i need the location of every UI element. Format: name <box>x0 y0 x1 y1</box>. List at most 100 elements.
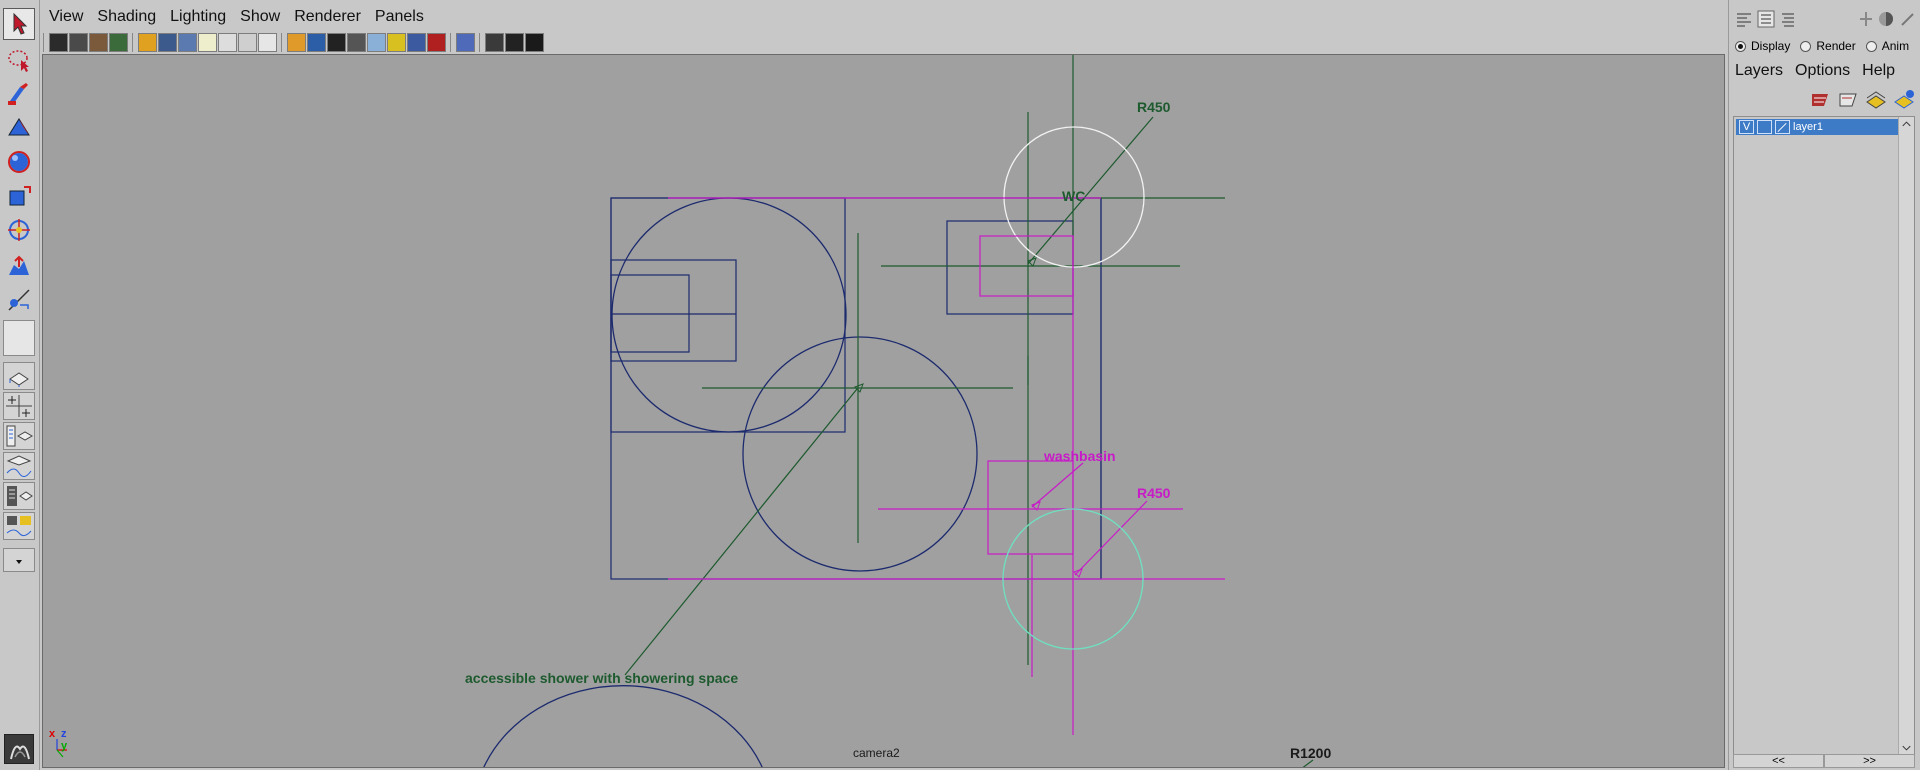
washbasin-annotation: washbasin <box>1044 448 1116 464</box>
film-gate-icon[interactable] <box>158 32 177 52</box>
layer-color-swatch[interactable] <box>1775 120 1790 134</box>
r450-bottom-annotation: R450 <box>1137 485 1171 501</box>
motion-blur-icon[interactable] <box>505 32 524 52</box>
camera-attributes-icon[interactable] <box>69 32 88 52</box>
layer-edit-icon <box>1777 122 1787 132</box>
r450-bottom-arrow <box>1073 568 1083 578</box>
layer-stack-icon[interactable] <box>1864 88 1888 112</box>
menu-help[interactable]: Help <box>1862 62 1895 80</box>
show-manipulator-icon[interactable] <box>3 284 35 316</box>
menu-layers[interactable]: Layers <box>1735 62 1783 80</box>
scroll-up-icon[interactable] <box>1899 119 1914 129</box>
xray-icon[interactable] <box>427 32 446 52</box>
smooth-shade-icon[interactable] <box>307 32 326 52</box>
select-tool-icon[interactable] <box>3 8 35 40</box>
universal-manipulator-icon[interactable] <box>3 214 35 246</box>
single-perspective-layout-icon[interactable] <box>3 362 35 390</box>
brush-icon[interactable] <box>1899 10 1917 28</box>
mode-render-radio[interactable]: Render <box>1800 39 1856 53</box>
layout-menu-chevron-down-icon[interactable] <box>3 548 35 572</box>
scroll-down-icon[interactable] <box>1899 743 1914 753</box>
soft-modification-icon[interactable] <box>3 250 35 282</box>
safe-action-icon[interactable] <box>238 32 257 52</box>
menu-show[interactable]: Show <box>234 8 286 26</box>
scroll-right-button[interactable]: >> <box>1824 754 1915 768</box>
all-lights-icon[interactable] <box>387 32 406 52</box>
safe-title-icon[interactable] <box>258 32 277 52</box>
layer-options-icon[interactable] <box>1892 88 1916 112</box>
mode-display-label: Display <box>1751 39 1791 53</box>
wc-block <box>946 220 1074 315</box>
menu-view[interactable]: View <box>43 8 89 26</box>
scale-tool-icon[interactable] <box>3 180 35 212</box>
persp-graph-layout-icon[interactable] <box>3 452 35 480</box>
new-empty-layer-icon[interactable] <box>1836 88 1860 112</box>
layer-name[interactable]: layer1 <box>1793 121 1823 133</box>
field-chart-icon[interactable] <box>218 32 237 52</box>
layer-scroll-buttons: << >> <box>1733 754 1915 768</box>
menu-shading[interactable]: Shading <box>91 8 162 26</box>
select-camera-icon[interactable] <box>49 32 68 52</box>
textured-icon[interactable] <box>347 32 366 52</box>
resolution-gate-icon[interactable] <box>178 32 197 52</box>
menu-renderer[interactable]: Renderer <box>288 8 367 26</box>
maya-logo-icon <box>4 734 34 764</box>
menu-lighting[interactable]: Lighting <box>164 8 232 26</box>
washbasin-outline <box>987 460 1074 555</box>
layer-row[interactable]: V layer1 <box>1736 119 1898 135</box>
gate-mask-icon[interactable] <box>198 32 217 52</box>
tool-settings-icon[interactable] <box>1779 10 1797 28</box>
persp-relationship-layout-icon[interactable] <box>3 512 35 540</box>
turning-circle-left <box>611 197 847 433</box>
menu-panels[interactable]: Panels <box>369 8 430 26</box>
grid-icon[interactable] <box>138 32 157 52</box>
r1200-annotation: R1200 <box>1290 745 1332 761</box>
layer-mode-radios: Display Render Anim <box>1735 36 1919 56</box>
r450-bottom-leader <box>1074 500 1148 576</box>
wireframe-icon[interactable] <box>287 32 306 52</box>
mode-display-radio[interactable]: Display <box>1735 39 1790 53</box>
axis-z-label: z <box>61 728 67 740</box>
layer-playback-toggle[interactable] <box>1757 120 1772 134</box>
four-view-layout-icon[interactable] <box>3 392 35 420</box>
ambient-occlusion-icon[interactable] <box>485 32 504 52</box>
mode-anim-radio[interactable]: Anim <box>1865 39 1909 53</box>
scroll-left-button[interactable]: << <box>1733 754 1824 768</box>
radio-dot <box>1735 40 1746 52</box>
r1200-leader <box>1302 759 1314 767</box>
shadows-icon[interactable] <box>407 32 426 52</box>
lasso-tool-icon[interactable] <box>3 44 35 76</box>
washbasin-leader <box>1031 462 1084 508</box>
radio-dot <box>1800 40 1812 52</box>
modeling-toolkit-icon[interactable] <box>1857 10 1875 28</box>
paint-select-tool-icon[interactable] <box>3 78 35 110</box>
isolate-select-icon[interactable] <box>456 32 475 52</box>
r450-top-arrow <box>1027 257 1037 267</box>
mode-render-label: Render <box>1816 39 1856 53</box>
move-tool-icon[interactable] <box>3 112 35 144</box>
radio-dot <box>1865 40 1877 52</box>
viewport-canvas[interactable]: R450 WC washbasin R450 accessible shower… <box>42 54 1725 768</box>
layer-visibility-toggle[interactable]: V <box>1739 120 1754 134</box>
panel-toolbar <box>41 31 1727 53</box>
anti-aliasing-icon[interactable] <box>525 32 544 52</box>
image-plane-icon[interactable] <box>109 32 128 52</box>
wc-annotation: WC <box>1062 188 1086 204</box>
hypershade-layout-icon[interactable] <box>3 482 35 510</box>
attribute-editor-icon[interactable] <box>1757 10 1775 28</box>
rotate-tool-icon[interactable] <box>3 146 35 178</box>
scene-drawing <box>56 55 1314 767</box>
toolbox <box>0 0 40 770</box>
layer-list-scrollbar[interactable] <box>1898 117 1914 755</box>
default-light-icon[interactable] <box>367 32 386 52</box>
large-r1200-arc <box>483 685 763 767</box>
channel-box-icon[interactable] <box>1735 10 1753 28</box>
new-layer-from-selected-icon[interactable] <box>1808 88 1832 112</box>
bookmark-icon[interactable] <box>89 32 108 52</box>
last-tool-slot[interactable] <box>3 320 35 356</box>
persp-outliner-layout-icon[interactable] <box>3 422 35 450</box>
render-settings-icon[interactable] <box>1877 10 1895 28</box>
r450-top-annotation: R450 <box>1137 99 1171 115</box>
shaded-wireframe-icon[interactable] <box>327 32 346 52</box>
menu-options[interactable]: Options <box>1795 62 1850 80</box>
